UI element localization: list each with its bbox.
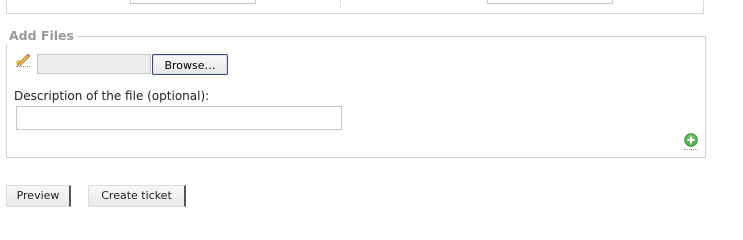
file-description-label: Description of the file (optional): (14, 89, 210, 103)
browse-button[interactable]: Browse… (152, 54, 228, 75)
divider (340, 0, 342, 8)
file-path-field[interactable] (37, 54, 151, 74)
add-icon[interactable] (684, 133, 698, 150)
preview-button[interactable]: Preview (6, 185, 71, 207)
previous-input-right[interactable] (487, 0, 613, 4)
file-description-input[interactable] (16, 106, 342, 130)
create-ticket-button[interactable]: Create ticket (88, 185, 186, 207)
previous-input-left[interactable] (130, 0, 256, 4)
add-files-legend: Add Files (6, 28, 77, 44)
pencil-icon[interactable] (16, 52, 31, 67)
